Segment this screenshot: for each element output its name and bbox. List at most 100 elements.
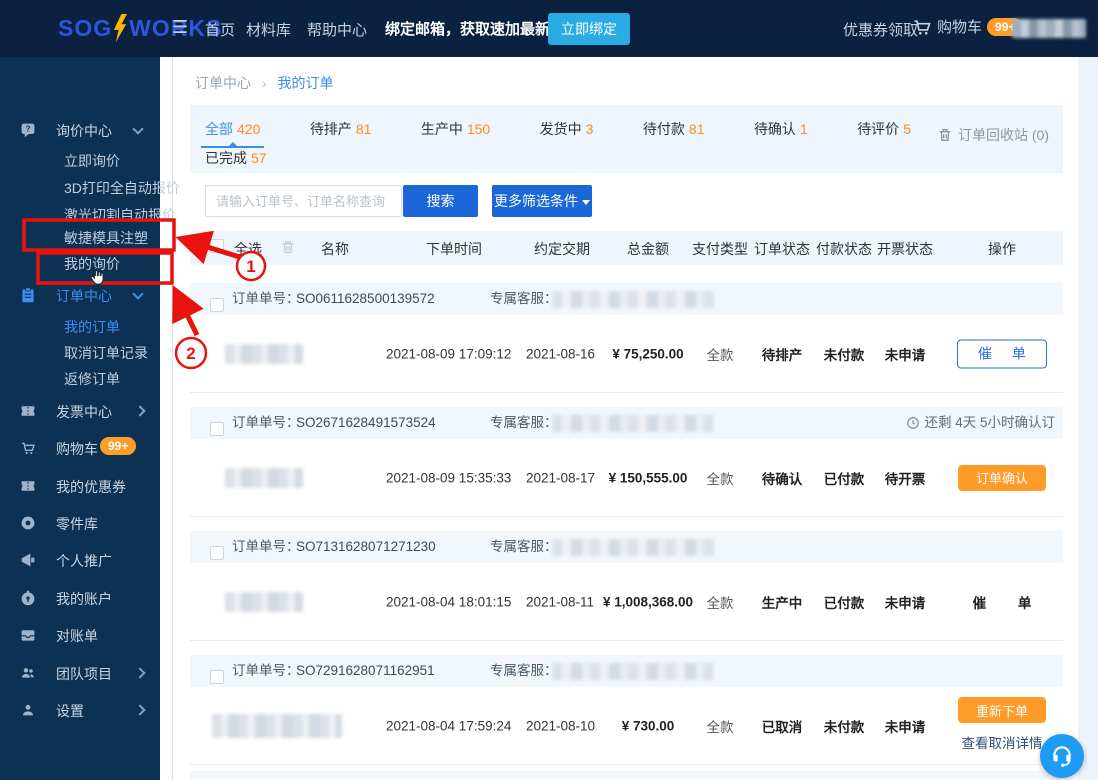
order-no: SO0611628500139572	[296, 283, 435, 315]
sidebar-item-my-coupons[interactable]: 我的优惠券	[0, 475, 160, 497]
col-order-status: 订单状态	[752, 239, 812, 259]
order-header: 订单单号： SO0611628500139572 专属客服：	[190, 283, 1063, 315]
col-amount: 总金额	[588, 239, 708, 259]
sidebar-item-cancel-order-records[interactable]: 取消订单记录	[64, 343, 148, 363]
scrollbar-track[interactable]	[1078, 57, 1098, 780]
cart-icon	[912, 17, 932, 37]
order-no-label: 订单单号：	[232, 655, 300, 687]
sidebar-item-personal-promotion[interactable]: 个人推广	[0, 549, 160, 571]
tab-pending-payment[interactable]: 待付款81	[643, 119, 705, 148]
tab-all[interactable]: 全部420	[205, 119, 260, 148]
reorder-button[interactable]: 重新下单	[958, 697, 1046, 723]
breadcrumb-parent[interactable]: 订单中心	[195, 75, 251, 91]
sidebar-item-my-inquiries[interactable]: 我的询价	[64, 254, 120, 274]
sidebar-item-instant-quote[interactable]: 立即询价	[64, 151, 120, 171]
order-time: 2021-08-09 15:35:33	[386, 470, 522, 485]
pay-type: 全款	[692, 592, 748, 612]
col-pay-type: 支付类型	[692, 239, 748, 259]
sidebar-divider	[160, 57, 173, 780]
order-search-input[interactable]	[205, 185, 402, 217]
cart-label: 购物车	[937, 16, 982, 37]
pay-type: 全款	[692, 716, 748, 736]
select-all-checkbox[interactable]	[210, 239, 224, 256]
sidebar-item-invoice-center[interactable]: 发票中心	[0, 400, 160, 422]
view-cancel-details-link[interactable]: 查看取消详情	[952, 732, 1052, 752]
invoice-status: 未申请	[874, 716, 936, 736]
tab-pending-review[interactable]: 待评价5	[857, 119, 911, 148]
sidebar-nav: ? 询价中心 立即询价 3D打印全自动报价 激光切割自动报价 敏捷模具注塑 我的…	[0, 57, 160, 780]
order-row[interactable]: 2021-08-04 17:59:24 2021-08-10 ¥ 730.00 …	[190, 687, 1063, 765]
nav-link-home[interactable]: 首页	[205, 19, 235, 40]
tab-pending-scheduling[interactable]: 待排产81	[310, 119, 372, 148]
invoice-status: 未申请	[874, 344, 936, 364]
urge-order-link[interactable]: 催 单	[952, 592, 1052, 612]
sidebar-item-my-account[interactable]: 我的账户	[0, 587, 160, 609]
breadcrumb-current: 我的订单	[277, 75, 333, 91]
sidebar-item-parts-library[interactable]: 零件库	[0, 512, 160, 534]
col-order-time: 下单时间	[386, 239, 522, 259]
order-name-redacted	[225, 592, 303, 612]
username-redacted[interactable]	[1012, 19, 1086, 38]
sidebar-item-settings[interactable]: 设置	[0, 699, 160, 721]
service-agent-redacted	[552, 415, 714, 432]
sogaworks-logo[interactable]: SOG WORKS	[58, 13, 222, 43]
order-row[interactable]: 2021-08-04 18:01:15 2021-08-11 ¥ 1,008,3…	[190, 563, 1063, 641]
urge-order-button[interactable]: 催 单	[957, 339, 1047, 368]
lightning-bolt-icon	[113, 13, 128, 43]
sidebar-item-cart[interactable]: 购物车 99+	[0, 437, 160, 459]
pay-status: 未付款	[814, 344, 874, 364]
order-row[interactable]: 2021-08-09 17:09:12 2021-08-16 ¥ 75,250.…	[190, 315, 1063, 393]
order-name-redacted	[212, 714, 342, 738]
order-time: 2021-08-04 18:01:15	[386, 594, 522, 609]
sidebar-item-repair-orders[interactable]: 返修订单	[64, 369, 120, 389]
order-header: 订单单号： SO7131628071271230 专属客服：	[190, 531, 1063, 563]
sidebar-item-laser-cut-quote[interactable]: 激光切割自动报价	[64, 205, 176, 225]
order-no: SO2671628491573524	[296, 407, 436, 439]
order-recycle-bin[interactable]: 订单回收站 (0)	[937, 125, 1049, 145]
nav-link-help-center[interactable]: 帮助中心	[307, 19, 367, 40]
confirm-order-button[interactable]: 订单确认	[958, 465, 1046, 491]
order-status-tabs: 全部420 待排产81 生产中150 发货中3 待付款81 待确认1 待评价5 …	[190, 105, 1063, 173]
order-no-label: 订单单号：	[232, 407, 300, 439]
select-all-label: 全选	[234, 239, 262, 259]
tab-completed[interactable]: 已完成57	[205, 148, 267, 177]
sidebar-item-label: 对账单	[56, 626, 98, 646]
tab-pending-confirmation[interactable]: 待确认1	[754, 119, 808, 148]
menu-toggle-icon[interactable]: ☰	[172, 17, 188, 38]
search-button[interactable]: 搜索	[403, 185, 478, 217]
invoice-status: 待开票	[874, 468, 936, 488]
customer-service-button[interactable]	[1040, 734, 1084, 778]
part-gear-icon	[20, 515, 36, 531]
col-invoice-status: 开票状态	[874, 239, 936, 259]
help-bubble-icon: ?	[20, 122, 36, 138]
sidebar-item-statements[interactable]: 对账单	[0, 624, 160, 646]
breadcrumb-separator: ›	[262, 75, 267, 91]
sidebar-item-my-orders[interactable]: 我的订单	[64, 317, 120, 337]
sidebar-item-order-center[interactable]: 订单中心	[0, 284, 160, 306]
coupon-claim-link[interactable]: 优惠券领取	[843, 19, 918, 40]
service-label: 专属客服：	[490, 407, 558, 439]
sidebar-item-inquiry-center[interactable]: ? 询价中心	[0, 119, 160, 141]
order-no: SO7291628071162951	[296, 655, 435, 687]
bind-now-button[interactable]: 立即绑定	[548, 13, 630, 45]
order-row[interactable]: 2021-08-09 15:35:33 2021-08-17 ¥ 150,555…	[190, 439, 1063, 517]
total-amount: ¥ 75,250.00	[588, 346, 708, 361]
order-name-redacted	[225, 344, 303, 364]
more-filters-button[interactable]: 更多筛选条件	[492, 185, 592, 217]
statement-inbox-icon	[20, 627, 36, 643]
tab-in-production[interactable]: 生产中150	[421, 119, 490, 148]
order-status: 待确认	[752, 468, 812, 488]
nav-link-materials[interactable]: 材料库	[246, 19, 291, 40]
sidebar-item-3d-print-quote[interactable]: 3D打印全自动报价	[64, 178, 180, 198]
team-icon	[20, 665, 36, 681]
confirm-countdown: 还剩 4天 5小时确认订	[906, 407, 1055, 439]
navbar-cart[interactable]: 购物车 99+	[912, 16, 1023, 37]
account-wallet-icon	[20, 590, 36, 606]
sidebar-item-rapid-molding[interactable]: 敏捷模具注塑	[64, 228, 148, 248]
svg-text:?: ?	[26, 125, 31, 134]
sidebar-cart-badge: 99+	[100, 437, 136, 455]
pay-type: 全款	[692, 344, 748, 364]
sidebar-item-team-projects[interactable]: 团队项目	[0, 662, 160, 684]
orders-table-header: 全选 名称 下单时间 约定交期 总金额 支付类型 订单状态 付款状态 开票状态 …	[190, 231, 1063, 265]
tab-shipping[interactable]: 发货中3	[540, 119, 594, 148]
